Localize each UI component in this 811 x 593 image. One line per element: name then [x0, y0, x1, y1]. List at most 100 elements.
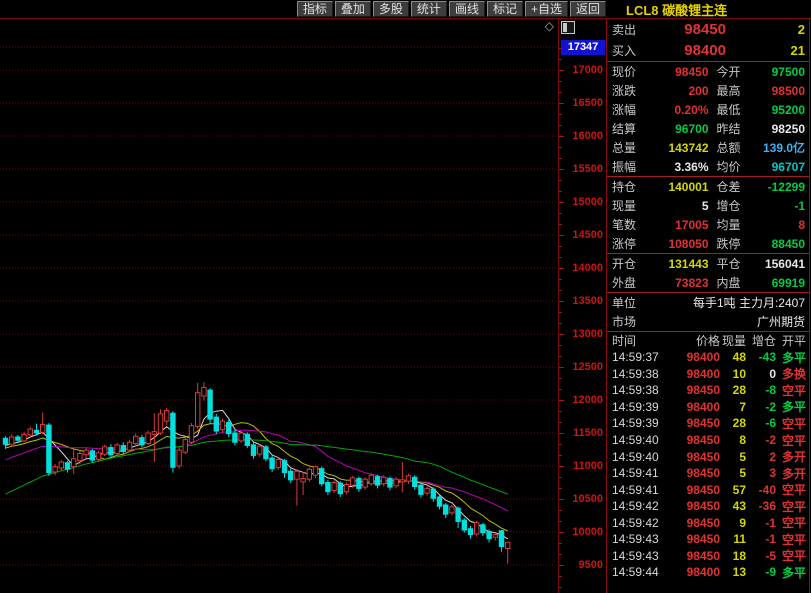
axis-tick-mark [559, 576, 562, 577]
kline-chart[interactable]: ◇ [0, 19, 558, 592]
order-book-row[interactable]: 买入9840021 [607, 40, 809, 61]
quote-value: 140001 [658, 180, 709, 194]
candle-body [84, 450, 88, 455]
candle-body [47, 425, 51, 473]
tick-volume: 9 [720, 516, 746, 530]
quote-label: 涨跌 [612, 82, 658, 99]
candle-body [72, 459, 76, 467]
candle-body [134, 436, 138, 443]
candle-body [276, 459, 280, 467]
axis-tick-mark [559, 422, 562, 423]
toolbar-button-画线[interactable]: 画线 [449, 1, 485, 17]
candle-body [431, 489, 435, 498]
candle-body [227, 422, 231, 433]
candle-body [326, 483, 330, 492]
quote-value: 200 [658, 84, 709, 98]
axis-tick-mark [559, 191, 562, 192]
tick-position-change: -9 [746, 565, 776, 579]
diamond-marker-icon[interactable]: ◇ [545, 20, 554, 32]
quote-value: -1 [755, 199, 806, 213]
axis-tick-mark [559, 48, 562, 49]
axis-tick-mark [559, 70, 564, 71]
candle-body [22, 434, 26, 441]
candle-body [16, 437, 20, 440]
tick-open-close-flag: 多换 [776, 365, 806, 382]
quote-row: 涨跌200最高98500 [607, 81, 809, 100]
quote-value: 98450 [658, 65, 709, 79]
toolbar-button-+自选[interactable]: +自选 [525, 1, 568, 17]
tick-row: 14:59:419845053多开 [607, 465, 809, 482]
candle-body [53, 467, 57, 472]
axis-tick-mark [559, 510, 562, 511]
axis-price-label: 10000 [563, 526, 603, 538]
quote-label: 现价 [612, 63, 658, 80]
tick-price: 98400 [668, 367, 720, 381]
quote-value: 139.0亿 [755, 139, 806, 156]
tick-header-cell: 开平 [776, 332, 806, 349]
tick-row: 14:59:399845028-6空平 [607, 415, 809, 432]
tick-open-close-flag: 多开 [776, 448, 806, 465]
candle-body [208, 390, 212, 419]
candle-body [171, 413, 175, 467]
quote-label: 昨结 [709, 120, 755, 137]
axis-tick-mark [559, 477, 562, 478]
tick-row: 14:59:389845028-8空平 [607, 382, 809, 399]
contract-info-row: 单位每手1吨 主力月:2407 [607, 293, 809, 312]
tick-time: 14:59:43 [612, 532, 668, 546]
quote-section-price: 现价98450今开97500涨跌200最高98500涨幅0.20%最低95200… [607, 62, 809, 177]
candle-body [183, 440, 187, 453]
candle-body [369, 475, 373, 484]
candle-body [295, 471, 299, 479]
candle-body [375, 477, 379, 486]
axis-tick-mark [559, 213, 562, 214]
quote-value: 17005 [658, 218, 709, 232]
candle-body [233, 433, 237, 442]
tick-position-change: 2 [746, 450, 776, 464]
quote-value: 98250 [755, 122, 806, 136]
candle-body [196, 393, 200, 427]
tick-row: 14:59:439845018-5空平 [607, 548, 809, 565]
candlestick-canvas[interactable] [0, 19, 558, 592]
quote-value: 8 [755, 218, 806, 232]
toolbar-button-叠加[interactable]: 叠加 [335, 1, 371, 17]
axis-tick-mark [559, 488, 562, 489]
quote-value: 73823 [658, 276, 709, 290]
toolbar-button-统计[interactable]: 统计 [411, 1, 447, 17]
candle-body [419, 485, 423, 494]
axis-price-label: 11500 [563, 427, 603, 439]
quote-label: 振幅 [612, 158, 658, 175]
toolbar-button-指标[interactable]: 指标 [297, 1, 333, 17]
axis-tick-mark [559, 543, 562, 544]
tick-price: 98450 [668, 532, 720, 546]
tick-price: 98450 [668, 516, 720, 530]
tick-time: 14:59:38 [612, 383, 668, 397]
axis-tick-mark [559, 345, 562, 346]
candle-body [437, 497, 441, 506]
price-axis: 17347 1700016500160001550015000145001400… [558, 19, 607, 593]
quote-row: 开仓131443平仓156041 [607, 254, 809, 273]
order-book-row[interactable]: 卖出984502 [607, 19, 809, 40]
candle-body [468, 529, 472, 535]
tick-position-change: -43 [746, 350, 776, 364]
tick-row: 14:59:39984007-2多平 [607, 399, 809, 416]
tick-position-change: -40 [746, 483, 776, 497]
candle-body [357, 479, 361, 489]
candle-body [351, 478, 355, 485]
tick-price: 98400 [668, 565, 720, 579]
tick-volume: 5 [720, 466, 746, 480]
quote-label: 笔数 [612, 216, 658, 233]
toolbar-button-返回[interactable]: 返回 [570, 1, 606, 17]
candle-body [481, 525, 485, 533]
split-window-icon[interactable] [561, 21, 575, 34]
toolbar-button-标记[interactable]: 标记 [487, 1, 523, 17]
candle-body [338, 483, 342, 494]
toolbar-button-多股[interactable]: 多股 [373, 1, 409, 17]
candle-body [344, 484, 348, 491]
order-book-label: 卖出 [612, 21, 654, 38]
tick-price: 98450 [668, 450, 720, 464]
candle-body [121, 446, 125, 452]
tick-volume: 8 [720, 433, 746, 447]
tick-volume: 10 [720, 367, 746, 381]
tick-table: 14:59:379840048-43多平14:59:3898400100多换14… [607, 349, 809, 593]
axis-tick-mark [559, 92, 562, 93]
